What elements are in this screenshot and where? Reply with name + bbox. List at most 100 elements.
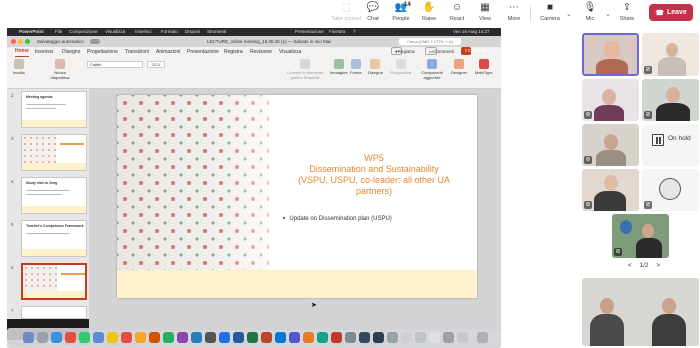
tab-transizioni[interactable]: Transizioni <box>125 47 149 57</box>
participant-video-tile[interactable]: ⊘ <box>642 33 699 76</box>
paste-button[interactable]: Incolla <box>13 59 25 75</box>
shapes-button[interactable]: Forme <box>350 59 362 75</box>
menu-file[interactable]: File <box>55 28 62 36</box>
app-icon[interactable] <box>429 332 440 343</box>
slide-thumbnail[interactable] <box>21 134 87 171</box>
raise-hand-button[interactable]: ✋ Raise <box>414 2 444 22</box>
camera-button[interactable]: ■ Camera <box>535 2 565 22</box>
tab-home[interactable]: Home <box>15 47 29 57</box>
participant-video-tile[interactable] <box>582 33 639 76</box>
app-icon[interactable] <box>345 332 356 343</box>
pager-next-button[interactable]: > <box>656 262 660 269</box>
slide-thumbnail[interactable]: Study visit to Gorg <box>21 177 87 214</box>
app-icon[interactable] <box>443 332 454 343</box>
app-icon[interactable] <box>331 332 342 343</box>
menu-presentazione[interactable]: Presentazione <box>295 28 324 36</box>
menu-help[interactable]: ? <box>353 28 356 36</box>
menu-formato[interactable]: Formato <box>161 28 178 36</box>
react-button[interactable]: ☺ React <box>442 2 472 22</box>
app-icon[interactable] <box>401 332 412 343</box>
comments-button[interactable]: ▭ Commenti <box>425 47 454 55</box>
powerpoint-icon[interactable] <box>261 332 272 343</box>
mail-icon[interactable] <box>93 332 104 343</box>
slide-thumbnail[interactable] <box>21 306 87 319</box>
teams-icon[interactable] <box>289 332 300 343</box>
mathtype-button[interactable]: MathType <box>475 59 493 75</box>
menu-disponi[interactable]: Disponi <box>185 28 200 36</box>
draw-button[interactable]: Disegna <box>368 59 383 75</box>
camera-options-chevron-icon[interactable]: ⌄ <box>566 10 572 18</box>
tab-animazioni[interactable]: Animazioni <box>156 47 180 57</box>
calendar-icon[interactable] <box>121 332 132 343</box>
zoom-window-icon[interactable] <box>25 39 30 44</box>
menu-strumenti[interactable]: Strumenti <box>207 28 226 36</box>
app-icon[interactable] <box>415 332 426 343</box>
font-select[interactable]: Calibri <box>87 61 143 68</box>
app-icon[interactable] <box>359 332 370 343</box>
minimize-window-icon[interactable] <box>18 39 23 44</box>
app-icon[interactable] <box>205 332 216 343</box>
messages-icon[interactable] <box>79 332 90 343</box>
current-slide[interactable]: WP5 Dissemination and Sustainability (VS… <box>117 95 477 298</box>
view-button[interactable]: ▦ View <box>470 2 500 22</box>
mic-button[interactable]: 🎙 Mic <box>575 2 605 22</box>
addins-button[interactable]: Componenti aggiuntivi <box>421 59 443 80</box>
new-slide-button[interactable]: Nuova diapositiva <box>49 59 71 80</box>
app-icon[interactable] <box>149 332 160 343</box>
participant-avatar-tile[interactable]: ⊘ <box>642 169 699 211</box>
autosave-toggle[interactable] <box>90 39 100 44</box>
search-input[interactable]: Cerca (CMD + CTRL + U) <box>399 38 461 45</box>
mic-options-chevron-icon[interactable]: ⌄ <box>605 10 611 18</box>
slide-thumbnail-selected[interactable] <box>21 263 87 300</box>
tab-progettazione[interactable]: Progettazione <box>87 47 118 57</box>
share-button[interactable]: ⇪ Share <box>612 2 642 22</box>
safari-icon[interactable] <box>51 332 62 343</box>
menu-visualizza[interactable]: Visualizza <box>105 28 125 36</box>
app-icon[interactable] <box>373 332 384 343</box>
image-button[interactable]: Immagine <box>330 59 348 75</box>
trash-icon[interactable] <box>477 332 488 343</box>
app-icon[interactable] <box>177 332 188 343</box>
tab-visualizza[interactable]: Visualizza <box>279 47 301 57</box>
finder-icon[interactable] <box>23 332 34 343</box>
tab-disegno[interactable]: Disegno <box>62 47 80 57</box>
menu-app-name[interactable]: PowerPoint <box>19 28 44 36</box>
participant-video-tile[interactable]: ⊘ <box>612 214 669 258</box>
app-store-icon[interactable] <box>219 332 230 343</box>
slide-thumbnail[interactable]: Teacher's Competence Framework <box>21 220 87 257</box>
slide-bullet[interactable]: Update on Dissemination plan (USPU) <box>283 215 473 222</box>
word-icon[interactable] <box>233 332 244 343</box>
tab-inserisci[interactable]: Inserisci <box>35 47 53 57</box>
app-icon[interactable] <box>191 332 202 343</box>
self-video-tile[interactable] <box>582 278 699 346</box>
slide-title[interactable]: WP5 Dissemination and Sustainability (VS… <box>279 153 469 197</box>
app-icon[interactable] <box>163 332 174 343</box>
more-button[interactable]: ⋯ More <box>499 2 529 22</box>
notes-app-icon[interactable] <box>135 332 146 343</box>
chat-button[interactable]: 💬 Chat <box>358 2 388 22</box>
leave-button[interactable]: ☎ Leave <box>649 4 693 21</box>
tab-revisione[interactable]: Revisione <box>250 47 272 57</box>
participant-video-tile[interactable]: ⊘ <box>642 79 699 121</box>
app-icon[interactable] <box>457 332 468 343</box>
app-icon[interactable] <box>387 332 398 343</box>
launchpad-icon[interactable] <box>37 332 48 343</box>
font-size-select[interactable]: 32,0 <box>147 61 165 68</box>
outlook-icon[interactable] <box>275 332 286 343</box>
pager-prev-button[interactable]: < <box>628 262 632 269</box>
menu-composizione[interactable]: Composizione <box>69 28 98 36</box>
participant-video-tile[interactable]: ⊘ <box>582 79 639 121</box>
participant-video-tile[interactable]: ⊘ <box>582 124 639 166</box>
excel-icon[interactable] <box>247 332 258 343</box>
participant-video-tile[interactable]: ⊘ <box>582 169 639 211</box>
arrange-button[interactable]: Riorganizza <box>390 59 411 75</box>
record-button[interactable]: ● Registra <box>391 47 414 55</box>
convert-smartart-button[interactable]: Converti in elemento grafico SmartArt <box>285 59 325 80</box>
app-icon[interactable] <box>303 332 314 343</box>
tab-registra[interactable]: Registra <box>224 47 243 57</box>
designer-button[interactable]: Designer <box>451 59 467 75</box>
tab-presentazione[interactable]: Presentazione <box>187 47 219 57</box>
chrome-icon[interactable] <box>65 332 76 343</box>
photos-icon[interactable] <box>107 332 118 343</box>
slide-thumbnail[interactable]: Meeting agenda <box>21 91 87 128</box>
